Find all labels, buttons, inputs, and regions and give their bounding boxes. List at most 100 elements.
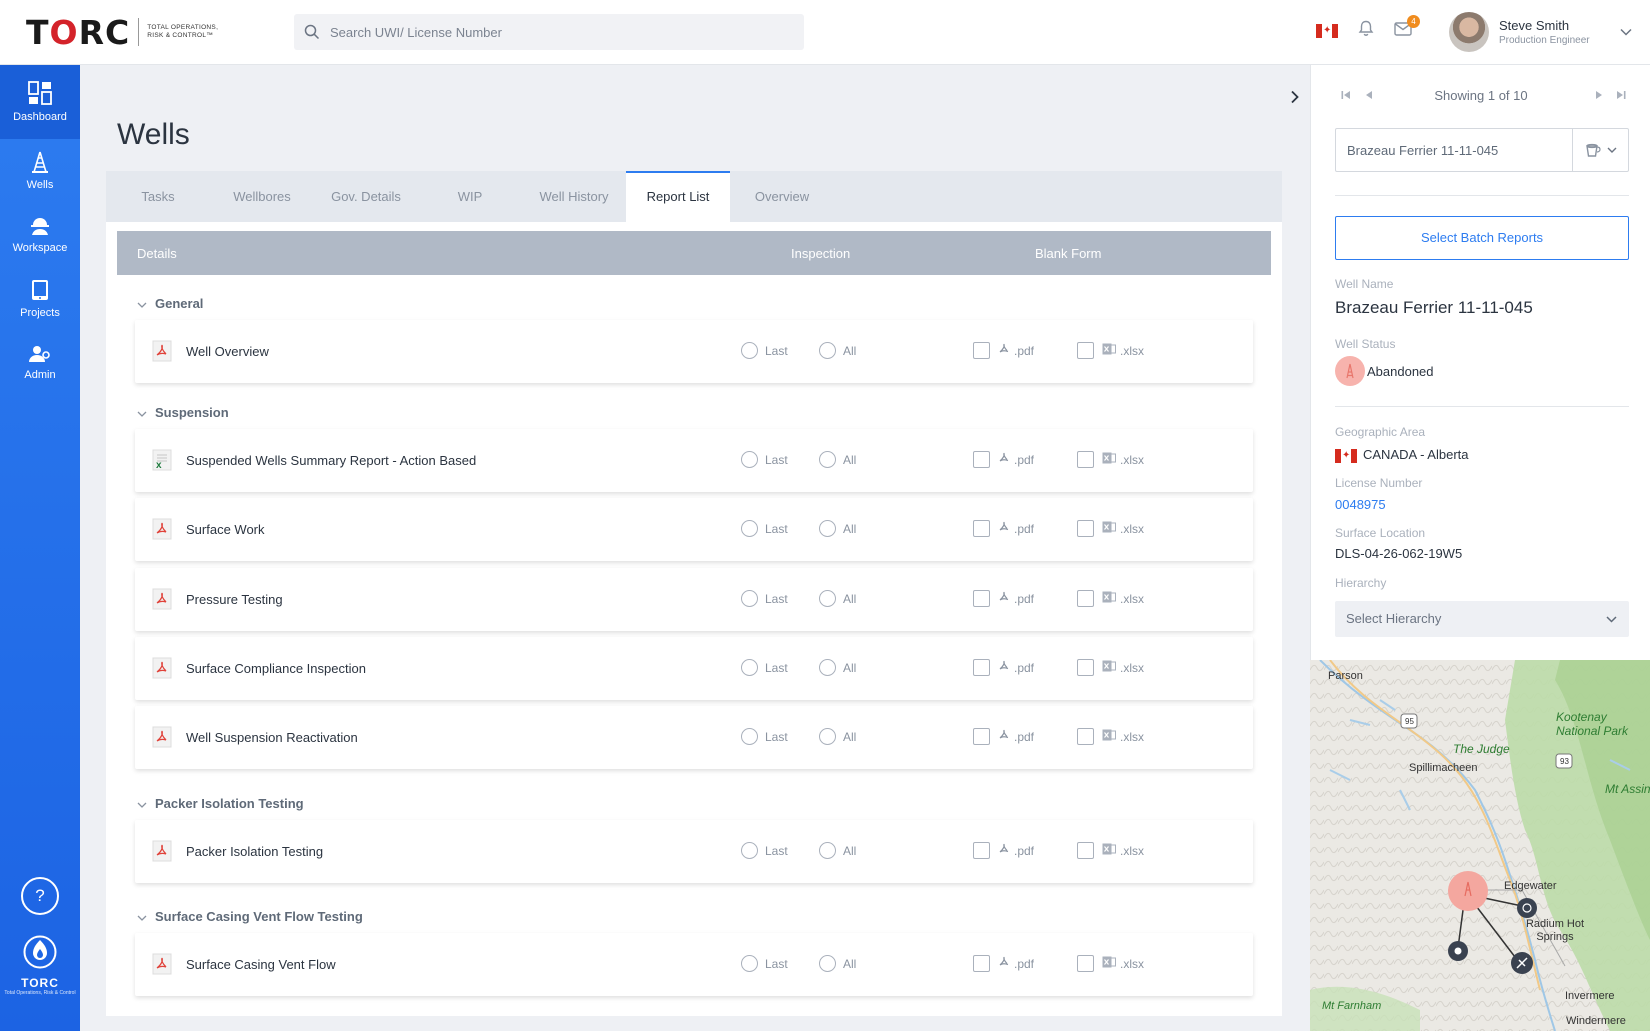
inspection-all-radio[interactable]: All bbox=[819, 728, 856, 745]
chevron-down-icon[interactable] bbox=[137, 408, 147, 420]
radio-button[interactable] bbox=[819, 342, 836, 359]
tab-overview[interactable]: Overview bbox=[730, 171, 834, 222]
well-location-map[interactable]: Parson The Judge Spillimacheen Kootenay … bbox=[1310, 660, 1650, 1031]
inspection-all-radio[interactable]: All bbox=[819, 520, 856, 537]
user-menu[interactable]: Steve Smith Production Engineer bbox=[1449, 12, 1632, 52]
blank-form-xlsx-checkbox[interactable]: .xlsx bbox=[1077, 590, 1144, 607]
tab-tasks[interactable]: Tasks bbox=[106, 171, 210, 222]
section-header[interactable]: Surface Casing Vent Flow Testing bbox=[137, 909, 363, 924]
torc-logo[interactable]: TORC TOTAL OPERATIONS, RISK & CONTROL™ bbox=[26, 13, 227, 52]
checkbox[interactable] bbox=[973, 451, 990, 468]
section-header[interactable]: General bbox=[137, 296, 203, 311]
checkbox[interactable] bbox=[1077, 842, 1094, 859]
blank-form-pdf-checkbox[interactable]: .pdf bbox=[973, 842, 1034, 859]
last-page-icon[interactable] bbox=[1616, 90, 1626, 103]
well-select-dropdown[interactable]: Brazeau Ferrier 11-11-045 bbox=[1335, 128, 1629, 172]
blank-form-xlsx-checkbox[interactable]: .xlsx bbox=[1077, 842, 1144, 859]
radio-button[interactable] bbox=[819, 520, 836, 537]
search-bar[interactable] bbox=[294, 14, 804, 50]
chevron-down-icon[interactable] bbox=[1620, 23, 1632, 41]
report-row[interactable]: Well Suspension Reactivation Last All .pdf.… bbox=[135, 706, 1253, 769]
blank-form-xlsx-checkbox[interactable]: .xlsx bbox=[1077, 342, 1144, 359]
blank-form-pdf-checkbox[interactable]: .pdf bbox=[973, 590, 1034, 607]
blank-form-pdf-checkbox[interactable]: .pdf bbox=[973, 520, 1034, 537]
blank-form-xlsx-checkbox[interactable]: .xlsx bbox=[1077, 955, 1144, 972]
inspection-all-radio[interactable]: All bbox=[819, 451, 856, 468]
radio-button[interactable] bbox=[819, 659, 836, 676]
checkbox[interactable] bbox=[973, 520, 990, 537]
blank-form-pdf-checkbox[interactable]: .pdf bbox=[973, 451, 1034, 468]
tab-wip[interactable]: WIP bbox=[418, 171, 522, 222]
radio-button[interactable] bbox=[741, 728, 758, 745]
checkbox[interactable] bbox=[1077, 659, 1094, 676]
radio-button[interactable] bbox=[741, 451, 758, 468]
blank-form-pdf-checkbox[interactable]: .pdf bbox=[973, 659, 1034, 676]
report-row[interactable]: Surface Compliance Inspection Last All .pdf… bbox=[135, 637, 1253, 700]
checkbox[interactable] bbox=[1077, 728, 1094, 745]
blank-form-pdf-checkbox[interactable]: .pdf bbox=[973, 342, 1034, 359]
canada-flag-icon[interactable] bbox=[1316, 24, 1338, 38]
checkbox[interactable] bbox=[973, 728, 990, 745]
next-page-icon[interactable] bbox=[1595, 90, 1603, 103]
report-row[interactable]: Well Overview Last All .pdf .xlsx bbox=[135, 320, 1253, 383]
section-header[interactable]: Packer Isolation Testing bbox=[137, 796, 304, 811]
section-header[interactable]: Suspension bbox=[137, 405, 229, 420]
checkbox[interactable] bbox=[973, 590, 990, 607]
checkbox[interactable] bbox=[973, 342, 990, 359]
inspection-all-radio[interactable]: All bbox=[819, 342, 856, 359]
tab-well-history[interactable]: Well History bbox=[522, 171, 626, 222]
blank-form-pdf-checkbox[interactable]: .pdf bbox=[973, 955, 1034, 972]
bell-icon[interactable] bbox=[1358, 20, 1374, 42]
radio-button[interactable] bbox=[741, 590, 758, 607]
report-row[interactable]: Surface Work Last All .pdf .xlsx bbox=[135, 498, 1253, 561]
inspection-all-radio[interactable]: All bbox=[819, 955, 856, 972]
checkbox[interactable] bbox=[973, 955, 990, 972]
radio-button[interactable] bbox=[741, 842, 758, 859]
radio-button[interactable] bbox=[819, 728, 836, 745]
inspection-last-radio[interactable]: Last bbox=[741, 659, 788, 676]
inspection-last-radio[interactable]: Last bbox=[741, 451, 788, 468]
checkbox[interactable] bbox=[973, 842, 990, 859]
chevron-right-icon[interactable] bbox=[1290, 90, 1300, 109]
radio-button[interactable] bbox=[819, 451, 836, 468]
inspection-last-radio[interactable]: Last bbox=[741, 590, 788, 607]
well-type-toggle[interactable] bbox=[1572, 129, 1628, 171]
tab-report-list[interactable]: Report List bbox=[626, 171, 730, 222]
inspection-all-radio[interactable]: All bbox=[819, 590, 856, 607]
inspection-last-radio[interactable]: Last bbox=[741, 728, 788, 745]
report-row[interactable]: Surface Casing Vent Flow Last All .pdf .xlsx bbox=[135, 933, 1253, 996]
license-number-link[interactable]: 0048975 bbox=[1335, 497, 1386, 512]
checkbox[interactable] bbox=[1077, 590, 1094, 607]
radio-button[interactable] bbox=[819, 842, 836, 859]
radio-button[interactable] bbox=[819, 590, 836, 607]
radio-button[interactable] bbox=[819, 955, 836, 972]
inspection-last-radio[interactable]: Last bbox=[741, 342, 788, 359]
mail-icon[interactable]: 4 bbox=[1394, 14, 1420, 41]
report-row[interactable]: Pressure Testing Last All .pdf .xlsx bbox=[135, 568, 1253, 631]
radio-button[interactable] bbox=[741, 520, 758, 537]
nav-item-workspace[interactable]: Workspace bbox=[0, 203, 80, 267]
blank-form-xlsx-checkbox[interactable]: .xlsx bbox=[1077, 520, 1144, 537]
blank-form-xlsx-checkbox[interactable]: .xlsx bbox=[1077, 451, 1144, 468]
select-batch-reports-button[interactable]: Select Batch Reports bbox=[1335, 216, 1629, 260]
radio-button[interactable] bbox=[741, 955, 758, 972]
inspection-last-radio[interactable]: Last bbox=[741, 520, 788, 537]
blank-form-xlsx-checkbox[interactable]: .xlsx bbox=[1077, 728, 1144, 745]
chevron-down-icon[interactable] bbox=[137, 299, 147, 311]
checkbox[interactable] bbox=[1077, 955, 1094, 972]
inspection-all-radio[interactable]: All bbox=[819, 659, 856, 676]
tab-wellbores[interactable]: Wellbores bbox=[210, 171, 314, 222]
checkbox[interactable] bbox=[1077, 342, 1094, 359]
chevron-down-icon[interactable] bbox=[137, 799, 147, 811]
help-button[interactable]: ? bbox=[21, 877, 59, 915]
tab-gov-details[interactable]: Gov. Details bbox=[314, 171, 418, 222]
nav-item-wells[interactable]: Wells bbox=[0, 139, 80, 203]
nav-item-admin[interactable]: Admin bbox=[0, 331, 80, 395]
checkbox[interactable] bbox=[1077, 451, 1094, 468]
report-row[interactable]: Packer Isolation Testing Last All .pdf .xlsx bbox=[135, 820, 1253, 883]
search-input[interactable] bbox=[330, 24, 770, 40]
hierarchy-select[interactable]: Select Hierarchy bbox=[1335, 601, 1629, 637]
radio-button[interactable] bbox=[741, 342, 758, 359]
inspection-all-radio[interactable]: All bbox=[819, 842, 856, 859]
blank-form-xlsx-checkbox[interactable]: .xlsx bbox=[1077, 659, 1144, 676]
